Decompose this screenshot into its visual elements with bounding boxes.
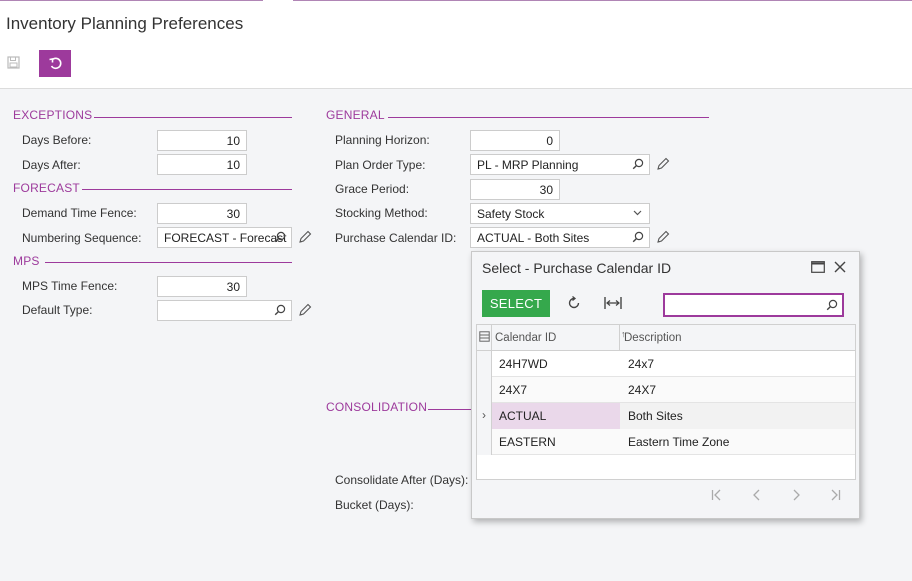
- table-row[interactable]: EASTERN Eastern Time Zone: [477, 429, 855, 455]
- fit-to-screen-icon[interactable]: [604, 296, 622, 310]
- calendar-grid: Calendar ID ↑ Description 24H7WD 24x7 24…: [476, 324, 856, 480]
- chevron-down-icon: [633, 210, 642, 216]
- search-icon[interactable]: [274, 231, 286, 243]
- active-row-marker[interactable]: ›: [477, 403, 492, 429]
- days-before-label: Days Before:: [22, 133, 92, 147]
- planning-horizon-label: Planning Horizon:: [335, 133, 430, 147]
- edit-pencil-icon[interactable]: [298, 230, 312, 244]
- mps-section-line: [45, 262, 292, 263]
- table-row[interactable]: 24X7 24X7: [477, 377, 855, 403]
- demand-time-fence-label: Demand Time Fence:: [22, 206, 137, 220]
- row-selector[interactable]: [477, 429, 492, 455]
- demand-time-fence-input[interactable]: 30: [157, 203, 247, 224]
- search-icon[interactable]: [826, 299, 838, 311]
- grace-period-label: Grace Period:: [335, 182, 410, 196]
- refresh-icon[interactable]: [566, 295, 582, 311]
- forecast-section-title: FORECAST: [13, 181, 80, 195]
- undo-button[interactable]: [39, 50, 71, 77]
- bucket-days-label: Bucket (Days):: [335, 498, 414, 512]
- edit-pencil-icon[interactable]: [656, 157, 670, 171]
- numbering-sequence-label: Numbering Sequence:: [22, 231, 142, 245]
- search-icon[interactable]: [274, 304, 286, 316]
- days-after-label: Days After:: [22, 158, 81, 172]
- exceptions-section-title: EXCEPTIONS: [13, 108, 93, 122]
- table-row-active[interactable]: › ACTUAL Both Sites: [477, 403, 855, 429]
- days-after-input[interactable]: 10: [157, 154, 247, 175]
- default-type-label: Default Type:: [22, 303, 93, 317]
- consolidate-after-label: Consolidate After (Days):: [335, 473, 469, 487]
- dialog-search-input[interactable]: [663, 293, 844, 317]
- search-icon[interactable]: [632, 231, 644, 243]
- cell-description[interactable]: 24X7: [620, 377, 855, 403]
- cell-calendar-id[interactable]: EASTERN: [492, 429, 620, 455]
- forecast-section-line: [82, 189, 292, 190]
- general-section-title: GENERAL: [326, 108, 385, 122]
- row-selector[interactable]: [477, 377, 492, 403]
- purchase-calendar-id-value: ACTUAL - Both Sites: [477, 231, 590, 245]
- select-button[interactable]: SELECT: [482, 290, 550, 317]
- stocking-method-label: Stocking Method:: [335, 206, 428, 220]
- previous-page-icon[interactable]: [750, 488, 764, 502]
- stocking-method-dropdown[interactable]: Safety Stock: [470, 203, 650, 224]
- search-icon[interactable]: [632, 158, 644, 170]
- cell-description[interactable]: Eastern Time Zone: [620, 429, 855, 455]
- page-title: Inventory Planning Preferences: [6, 14, 244, 33]
- column-header-calendar-id-label: Calendar ID: [495, 332, 557, 344]
- mps-time-fence-label: MPS Time Fence:: [22, 279, 118, 293]
- cell-description[interactable]: 24x7: [620, 351, 855, 377]
- save-icon: [7, 56, 20, 69]
- page-header: Inventory Planning Preferences: [0, 1, 912, 89]
- column-header-calendar-id[interactable]: Calendar ID ↑: [492, 325, 626, 351]
- cell-calendar-id[interactable]: 24H7WD: [492, 351, 620, 377]
- dialog-title: Select - Purchase Calendar ID: [482, 260, 672, 276]
- undo-icon: [49, 57, 62, 69]
- exceptions-section-line: [94, 117, 292, 118]
- row-selector[interactable]: [477, 351, 492, 377]
- select-purchase-calendar-dialog: Select - Purchase Calendar ID SELECT Cal…: [471, 251, 860, 519]
- cell-calendar-id[interactable]: ACTUAL: [492, 403, 620, 429]
- first-page-icon[interactable]: [710, 488, 724, 502]
- numbering-sequence-value: FORECAST - Forecast: [164, 231, 287, 245]
- save-button[interactable]: [7, 56, 23, 72]
- close-icon[interactable]: [833, 260, 847, 274]
- general-section-line: [388, 117, 709, 118]
- next-page-icon[interactable]: [789, 488, 803, 502]
- numbering-sequence-selector[interactable]: FORECAST - Forecast: [157, 227, 292, 248]
- maximize-icon[interactable]: [811, 261, 825, 273]
- column-header-description[interactable]: Description: [620, 325, 855, 351]
- grid-settings-cell[interactable]: [477, 325, 492, 351]
- mps-section-title: MPS: [13, 254, 40, 268]
- purchase-calendar-id-selector[interactable]: ACTUAL - Both Sites: [470, 227, 650, 248]
- last-page-icon[interactable]: [828, 488, 842, 502]
- edit-pencil-icon[interactable]: [656, 230, 670, 244]
- purchase-calendar-id-label: Purchase Calendar ID:: [335, 231, 457, 245]
- table-row[interactable]: 24H7WD 24x7: [477, 351, 855, 377]
- plan-order-type-value: PL - MRP Planning: [477, 158, 579, 172]
- days-before-input[interactable]: 10: [157, 130, 247, 151]
- stocking-method-value: Safety Stock: [477, 207, 545, 221]
- consolidation-section-line: [428, 409, 472, 410]
- cell-description[interactable]: Both Sites: [620, 403, 855, 429]
- plan-order-type-label: Plan Order Type:: [335, 158, 426, 172]
- plan-order-type-selector[interactable]: PL - MRP Planning: [470, 154, 650, 175]
- grace-period-input[interactable]: 30: [470, 179, 560, 200]
- grid-settings-icon: [479, 331, 490, 342]
- default-type-selector[interactable]: [157, 300, 292, 321]
- planning-horizon-input[interactable]: 0: [470, 130, 560, 151]
- mps-time-fence-input[interactable]: 30: [157, 276, 247, 297]
- grid-header: Calendar ID ↑ Description: [477, 325, 855, 351]
- cell-calendar-id[interactable]: 24X7: [492, 377, 620, 403]
- consolidation-section-title: CONSOLIDATION: [326, 400, 428, 414]
- edit-pencil-icon[interactable]: [298, 303, 312, 317]
